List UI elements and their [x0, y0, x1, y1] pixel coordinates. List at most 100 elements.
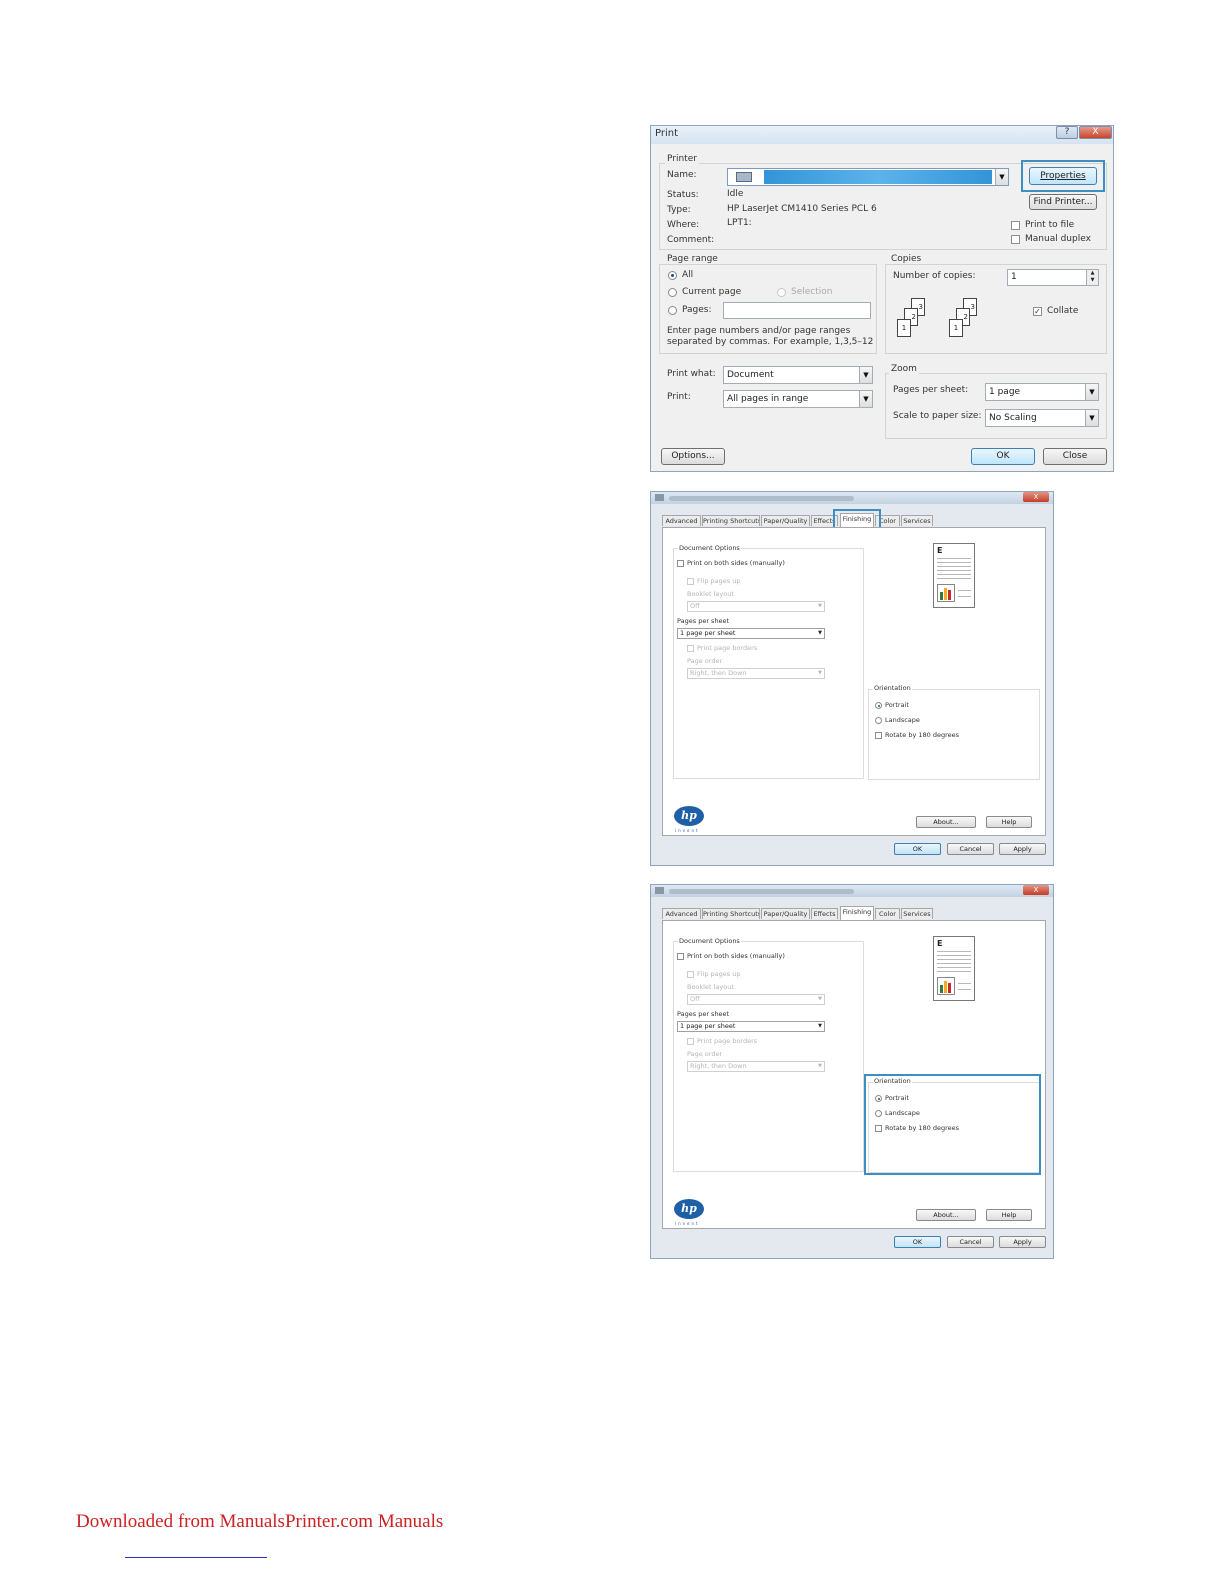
- print-arrow[interactable]: ▼: [859, 391, 872, 407]
- document-options-label: Document Options: [678, 544, 741, 552]
- rotate-checkbox[interactable]: [875, 732, 882, 739]
- preview-chart-icon: [937, 977, 955, 995]
- orientation-label: Orientation: [873, 684, 912, 692]
- apply-button[interactable]: Apply: [999, 1236, 1046, 1248]
- collate-checkbox[interactable]: ✓: [1033, 307, 1042, 316]
- title-blurred: [669, 496, 854, 501]
- current-page-radio[interactable]: [668, 288, 677, 297]
- page-order-value: Right, then Down: [690, 669, 747, 677]
- booklet-layout-select[interactable]: Off ▼: [687, 994, 825, 1005]
- print-both-sides-checkbox[interactable]: [677, 953, 684, 960]
- collate-page-1b: 1: [949, 319, 963, 337]
- booklet-layout-value: Off: [690, 602, 700, 610]
- about-button[interactable]: About...: [916, 1209, 976, 1221]
- preview-letter: E: [937, 546, 943, 555]
- name-label: Name:: [667, 170, 697, 180]
- page-order-select[interactable]: Right, then Down ▼: [687, 668, 825, 679]
- printer-name-highlight: [764, 170, 992, 184]
- tab-services[interactable]: Services: [901, 515, 933, 526]
- print-page-borders-checkbox[interactable]: [687, 645, 694, 652]
- all-label: All: [682, 270, 694, 280]
- print-page-borders-checkbox[interactable]: [687, 1038, 694, 1045]
- tab-paper-quality[interactable]: Paper/Quality: [761, 908, 810, 919]
- tab-advanced[interactable]: Advanced: [662, 908, 701, 919]
- manual-duplex-checkbox[interactable]: [1011, 235, 1020, 244]
- tab-color[interactable]: Color: [875, 908, 900, 919]
- print-dialog-titlebar: Print ? X: [651, 126, 1113, 144]
- printer-dropdown-arrow[interactable]: ▼: [995, 169, 1008, 185]
- tab-advanced[interactable]: Advanced: [662, 515, 701, 526]
- flip-pages-up-checkbox[interactable]: [687, 971, 694, 978]
- cancel-button[interactable]: Cancel: [947, 843, 994, 855]
- preview-line: [937, 959, 971, 960]
- tab-effects[interactable]: Effects: [811, 908, 838, 919]
- footer-rule: [125, 1557, 267, 1558]
- portrait-radio[interactable]: [875, 702, 882, 709]
- scale-arrow[interactable]: ▼: [1085, 410, 1098, 426]
- preview-line: [937, 967, 971, 968]
- status-label: Status:: [667, 190, 699, 200]
- close-button[interactable]: Close: [1043, 448, 1107, 465]
- booklet-layout-select[interactable]: Off ▼: [687, 601, 825, 612]
- printer-name-select[interactable]: ▼: [727, 168, 1009, 186]
- tab-printing-shortcuts[interactable]: Printing Shortcuts: [702, 515, 760, 526]
- selection-label: Selection: [791, 287, 833, 297]
- find-printer-button[interactable]: Find Printer...: [1029, 194, 1097, 210]
- pages-per-sheet-arrow[interactable]: ▼: [1085, 384, 1098, 400]
- pages-per-sheet-select[interactable]: 1 page per sheet ▼: [677, 1021, 825, 1032]
- preview-line: [937, 562, 971, 563]
- where-value: LPT1:: [727, 218, 752, 228]
- print-page-borders-label: Print page borders: [697, 1037, 758, 1045]
- help-button[interactable]: Help: [986, 1209, 1032, 1221]
- type-value: HP LaserJet CM1410 Series PCL 6: [727, 204, 877, 214]
- print-what-select[interactable]: Document ▼: [723, 366, 873, 384]
- about-button[interactable]: About...: [916, 816, 976, 828]
- pages-per-sheet-select[interactable]: 1 page per sheet ▼: [677, 628, 825, 639]
- print-to-file-checkbox[interactable]: [1011, 221, 1020, 230]
- pages-radio[interactable]: [668, 306, 677, 315]
- hp-logo: hp: [674, 806, 704, 826]
- print-both-sides-label: Print on both sides (manually): [687, 952, 785, 960]
- pages-per-sheet-select[interactable]: 1 page ▼: [985, 383, 1099, 401]
- pages-input[interactable]: [723, 302, 871, 319]
- ok-button[interactable]: OK: [894, 843, 941, 855]
- properties-close-button[interactable]: X: [1023, 885, 1049, 895]
- preview-line: [937, 963, 971, 964]
- landscape-radio[interactable]: [875, 717, 882, 724]
- print-both-sides-label: Print on both sides (manually): [687, 559, 785, 567]
- ok-button[interactable]: OK: [894, 1236, 941, 1248]
- booklet-layout-label: Booklet layout: [687, 590, 734, 598]
- print-both-sides-checkbox[interactable]: [677, 560, 684, 567]
- properties-highlight: [1021, 160, 1105, 192]
- help-title-button[interactable]: ?: [1056, 126, 1078, 139]
- apply-button[interactable]: Apply: [999, 843, 1046, 855]
- close-title-button[interactable]: X: [1079, 126, 1112, 139]
- options-button[interactable]: Options...: [661, 448, 725, 465]
- copies-spinner[interactable]: ▲ ▼: [1086, 270, 1098, 285]
- download-source-link[interactable]: Downloaded from ManualsPrinter.com Manua…: [76, 1511, 443, 1533]
- cancel-button[interactable]: Cancel: [947, 1236, 994, 1248]
- flip-pages-up-checkbox[interactable]: [687, 578, 694, 585]
- chevron-down-icon: ▼: [818, 670, 822, 676]
- printer-title-icon: [655, 887, 664, 894]
- hp-logo: hp: [674, 1199, 704, 1219]
- printer-title-icon: [655, 494, 664, 501]
- print-what-arrow[interactable]: ▼: [859, 367, 872, 383]
- page-order-select[interactable]: Right, then Down ▼: [687, 1061, 825, 1072]
- preview-chart-icon: [937, 584, 955, 602]
- properties-close-button[interactable]: X: [1023, 492, 1049, 502]
- tab-finishing[interactable]: Finishing: [840, 906, 874, 920]
- copies-input[interactable]: 1 ▲ ▼: [1007, 269, 1099, 286]
- scale-label: Scale to paper size:: [893, 411, 982, 421]
- scale-select[interactable]: No Scaling ▼: [985, 409, 1099, 427]
- tab-paper-quality[interactable]: Paper/Quality: [761, 515, 810, 526]
- print-select[interactable]: All pages in range ▼: [723, 390, 873, 408]
- ok-button[interactable]: OK: [971, 448, 1035, 465]
- all-radio[interactable]: [668, 271, 677, 280]
- tab-services[interactable]: Services: [901, 908, 933, 919]
- tab-printing-shortcuts[interactable]: Printing Shortcuts: [702, 908, 760, 919]
- page-order-label: Page order: [687, 1050, 723, 1058]
- help-button[interactable]: Help: [986, 816, 1032, 828]
- selection-radio[interactable]: [777, 288, 786, 297]
- booklet-layout-value: Off: [690, 995, 700, 1003]
